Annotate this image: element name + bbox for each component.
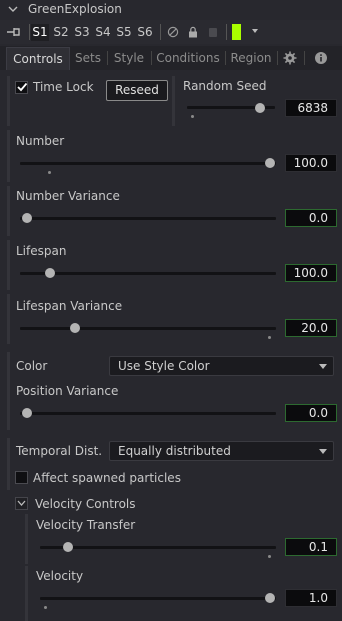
row-indicator xyxy=(7,466,10,490)
lifespan-field[interactable]: 100.0 xyxy=(285,264,337,282)
row-indicator xyxy=(7,380,10,430)
number-slider-track[interactable] xyxy=(20,162,276,165)
pin-icon[interactable] xyxy=(6,25,24,39)
tab-controls[interactable]: Controls xyxy=(6,47,70,70)
tab-divider xyxy=(304,51,305,65)
lifespan-label: Lifespan xyxy=(16,244,67,258)
row-indicator xyxy=(7,186,10,236)
affect-spawned-checkbox[interactable] xyxy=(15,471,28,484)
title-bar: GreenExplosion xyxy=(0,0,342,20)
chevron-down-icon xyxy=(319,449,327,454)
random-seed-slider-handle[interactable] xyxy=(255,103,265,113)
slot-s5[interactable]: S5 xyxy=(115,24,133,41)
velocity-controls-label: Velocity Controls xyxy=(35,497,136,511)
temporal-dist-dropdown-value: Equally distributed xyxy=(118,444,231,458)
random-seed-label: Random Seed xyxy=(183,79,267,93)
row-indicator xyxy=(7,130,10,182)
number-variance-slider-handle[interactable] xyxy=(22,213,32,223)
row-indicator xyxy=(7,240,10,290)
lock-icon[interactable] xyxy=(187,26,199,38)
slot-s3[interactable]: S3 xyxy=(73,24,91,41)
row-indicator xyxy=(25,566,28,621)
tab-divider xyxy=(151,51,152,65)
default-marker xyxy=(48,171,51,174)
row-indicator xyxy=(7,352,10,380)
number-label: Number xyxy=(16,134,65,148)
chevron-down-icon xyxy=(319,364,327,369)
slot-s4[interactable]: S4 xyxy=(94,24,112,41)
random-seed-field[interactable]: 6838 xyxy=(285,99,337,117)
color-dropdown[interactable]: Use Style Color xyxy=(109,356,334,376)
position-variance-field[interactable]: 0.0 xyxy=(285,404,337,422)
lifespan-slider-track[interactable] xyxy=(20,272,276,275)
tab-divider xyxy=(225,51,226,65)
cache-icon[interactable] xyxy=(207,26,219,38)
temporal-dist-label: Temporal Dist. xyxy=(16,444,103,458)
velocity-transfer-slider-track[interactable] xyxy=(40,546,276,549)
position-variance-slider-track[interactable] xyxy=(20,412,276,415)
velocity-transfer-slider-handle[interactable] xyxy=(63,542,73,552)
toolbar-divider xyxy=(29,24,30,40)
disable-icon[interactable] xyxy=(167,26,179,38)
velocity-slider-track[interactable] xyxy=(40,597,276,600)
chevron-down-icon[interactable] xyxy=(8,4,18,14)
number-variance-field[interactable]: 0.0 xyxy=(285,209,337,227)
temporal-dist-dropdown[interactable]: Equally distributed xyxy=(109,441,334,461)
default-marker xyxy=(268,555,271,558)
tile-color-swatch[interactable] xyxy=(232,24,241,40)
default-marker xyxy=(44,606,47,609)
slot-s1[interactable]: S1 xyxy=(31,24,49,41)
lifespan-variance-slider-track[interactable] xyxy=(20,327,276,330)
row-indicator xyxy=(172,76,175,126)
default-marker xyxy=(268,336,271,339)
row-indicator xyxy=(7,294,10,344)
chevron-down-icon xyxy=(17,500,26,506)
number-field[interactable]: 100.0 xyxy=(285,154,337,172)
toolbar-divider xyxy=(160,24,161,40)
lifespan-variance-slider-handle[interactable] xyxy=(70,323,80,333)
toolbar-divider xyxy=(226,24,227,40)
velocity-label: Velocity xyxy=(36,569,84,583)
lifespan-variance-field[interactable]: 20.0 xyxy=(285,319,337,337)
velocity-field[interactable]: 1.0 xyxy=(285,589,337,607)
velocity-transfer-field[interactable]: 0.1 xyxy=(285,538,337,556)
tab-bar: Controls Sets Style Conditions Region xyxy=(0,46,342,70)
default-marker xyxy=(191,115,194,118)
checkmark-icon xyxy=(17,82,28,92)
time-lock-label: Time Lock xyxy=(33,80,94,94)
color-dropdown-arrow-icon[interactable] xyxy=(252,29,258,33)
lifespan-variance-label: Lifespan Variance xyxy=(16,299,123,313)
number-variance-label: Number Variance xyxy=(16,189,120,203)
number-slider-handle[interactable] xyxy=(265,158,275,168)
time-lock-checkbox[interactable] xyxy=(15,81,28,94)
slot-s2[interactable]: S2 xyxy=(52,24,70,41)
tab-divider xyxy=(277,51,278,65)
row-indicator xyxy=(7,438,10,466)
tool-toolbar: S1 S2 S3 S4 S5 S6 xyxy=(0,20,342,44)
position-variance-slider-handle[interactable] xyxy=(22,408,32,418)
slot-s6[interactable]: S6 xyxy=(136,24,154,41)
tab-style[interactable]: Style xyxy=(110,47,148,70)
reseed-button[interactable]: Reseed xyxy=(106,80,168,101)
velocity-controls-expander[interactable] xyxy=(15,497,28,510)
affect-spawned-label: Affect spawned particles xyxy=(33,471,181,485)
color-label: Color xyxy=(16,359,48,373)
velocity-transfer-label: Velocity Transfer xyxy=(36,518,136,532)
tab-region[interactable]: Region xyxy=(228,47,274,70)
velocity-slider-handle[interactable] xyxy=(265,593,275,603)
gear-icon[interactable] xyxy=(283,51,297,65)
number-variance-slider-track[interactable] xyxy=(20,217,276,220)
lifespan-slider-handle[interactable] xyxy=(45,268,55,278)
tab-sets[interactable]: Sets xyxy=(71,47,105,70)
tab-conditions[interactable]: Conditions xyxy=(154,47,222,70)
position-variance-label: Position Variance xyxy=(16,384,119,398)
row-indicator xyxy=(25,514,28,564)
color-dropdown-value: Use Style Color xyxy=(118,359,210,373)
row-indicator xyxy=(7,76,10,126)
tab-divider xyxy=(107,51,108,65)
tool-title: GreenExplosion xyxy=(28,2,122,16)
info-icon[interactable] xyxy=(314,51,328,65)
